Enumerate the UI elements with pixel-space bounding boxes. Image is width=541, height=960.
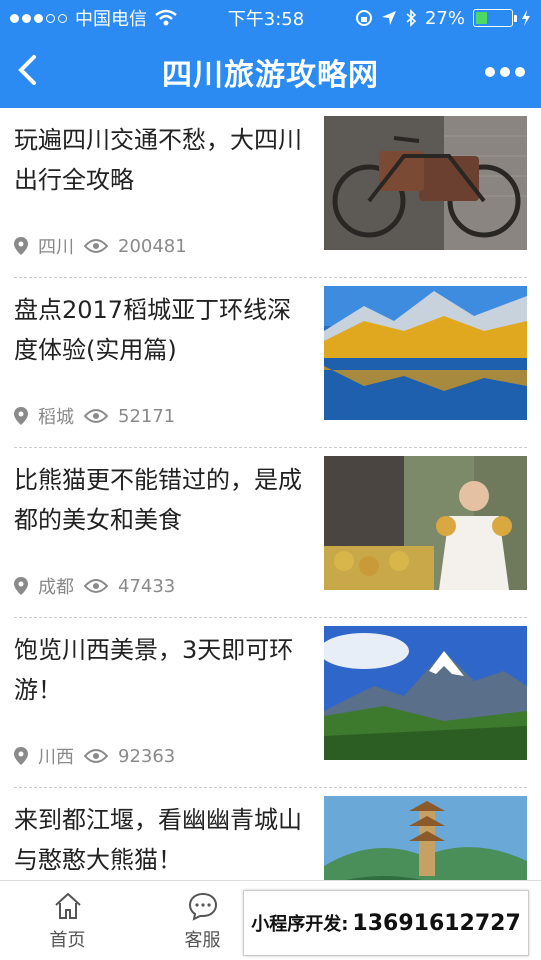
article-title: 饱览川西美景，3天即可环游！ — [14, 636, 294, 704]
article-location: 成都 — [38, 577, 74, 598]
tab-home-label: 首页 — [49, 929, 86, 951]
more-button[interactable] — [485, 67, 525, 77]
eye-icon — [84, 749, 108, 763]
article-list: 玩遍四川交通不愁，大四川出行全攻略 四川 200481 盘点2017稻城亚丁环线… — [0, 108, 541, 880]
article-thumbnail[interactable] — [324, 626, 527, 760]
article-title: 盘点2017稻城亚丁环线深度体验(实用篇) — [14, 296, 292, 364]
developer-phone: 13691612727 — [352, 910, 521, 936]
pagoda-photo — [324, 796, 527, 880]
location-arrow-icon — [381, 11, 396, 25]
developer-contact-banner[interactable]: 小程序开发: 13691612727 — [243, 890, 529, 956]
article-location: 稻城 — [38, 407, 74, 428]
article-views: 47433 — [118, 575, 176, 597]
tab-customer-service-label: 客服 — [184, 929, 221, 951]
status-time: 下午3:58 — [227, 9, 305, 30]
rotation-lock-icon — [355, 10, 372, 26]
chevron-left-icon — [18, 55, 36, 85]
list-item[interactable]: 比熊猫更不能错过的，是成都的美女和美食 成都 47433 — [14, 448, 527, 618]
wifi-icon — [155, 9, 177, 26]
bluetooth-icon — [406, 9, 417, 27]
location-pin-icon — [14, 747, 28, 765]
article-views: 52171 — [118, 405, 176, 427]
article-meta: 成都 47433 — [14, 573, 175, 599]
location-pin-icon — [14, 407, 28, 425]
article-views: 92363 — [118, 745, 176, 767]
bicycle-photo — [324, 116, 527, 250]
article-title: 来到都江堰，看幽幽青城山与憨憨大熊猫！ — [14, 806, 302, 874]
article-meta: 四川 200481 — [14, 233, 187, 259]
street-photo — [324, 456, 527, 590]
carrier-label: 中国电信 — [75, 9, 147, 30]
article-thumbnail[interactable] — [324, 796, 527, 880]
article-thumbnail[interactable] — [324, 456, 527, 590]
list-item[interactable]: 盘点2017稻城亚丁环线深度体验(实用篇) 稻城 52171 — [14, 278, 527, 448]
developer-label: 小程序开发: — [251, 914, 349, 935]
top-bar: 中国电信 下午3:58 27% 四川旅游攻略网 — [0, 0, 541, 108]
article-title: 玩遍四川交通不愁，大四川出行全攻略 — [14, 126, 302, 194]
list-item[interactable]: 饱览川西美景，3天即可环游！ 川西 92363 — [14, 618, 527, 788]
article-location: 四川 — [38, 237, 74, 258]
nav-bar: 四川旅游攻略网 — [0, 36, 541, 108]
lake-photo — [324, 286, 527, 420]
signal-icon — [10, 13, 67, 23]
battery-icon — [473, 9, 517, 27]
battery-percent: 27% — [424, 7, 465, 29]
eye-icon — [84, 579, 108, 593]
article-meta: 川西 92363 — [14, 743, 175, 769]
list-item[interactable]: 玩遍四川交通不愁，大四川出行全攻略 四川 200481 — [14, 108, 527, 278]
mountain-photo — [324, 626, 527, 760]
location-pin-icon — [14, 237, 28, 255]
eye-icon — [84, 409, 108, 423]
list-item[interactable]: 来到都江堰，看幽幽青城山与憨憨大熊猫！ — [14, 788, 527, 880]
article-thumbnail[interactable] — [324, 286, 527, 420]
location-pin-icon — [14, 577, 28, 595]
eye-icon — [84, 239, 108, 253]
back-button[interactable] — [16, 50, 56, 94]
chat-icon — [188, 892, 217, 921]
charging-icon — [522, 10, 530, 26]
article-thumbnail[interactable] — [324, 116, 527, 250]
home-icon — [54, 892, 81, 919]
status-right: 27% — [355, 8, 531, 29]
status-left: 中国电信 — [10, 5, 177, 31]
article-views: 200481 — [118, 235, 187, 257]
tab-home[interactable]: 首页 — [0, 890, 135, 952]
article-location: 川西 — [38, 747, 74, 768]
article-title: 比熊猫更不能错过的，是成都的美女和美食 — [14, 466, 302, 534]
status-bar: 中国电信 下午3:58 27% — [0, 0, 541, 36]
article-meta: 稻城 52171 — [14, 403, 175, 429]
page-title: 四川旅游攻略网 — [162, 58, 379, 93]
